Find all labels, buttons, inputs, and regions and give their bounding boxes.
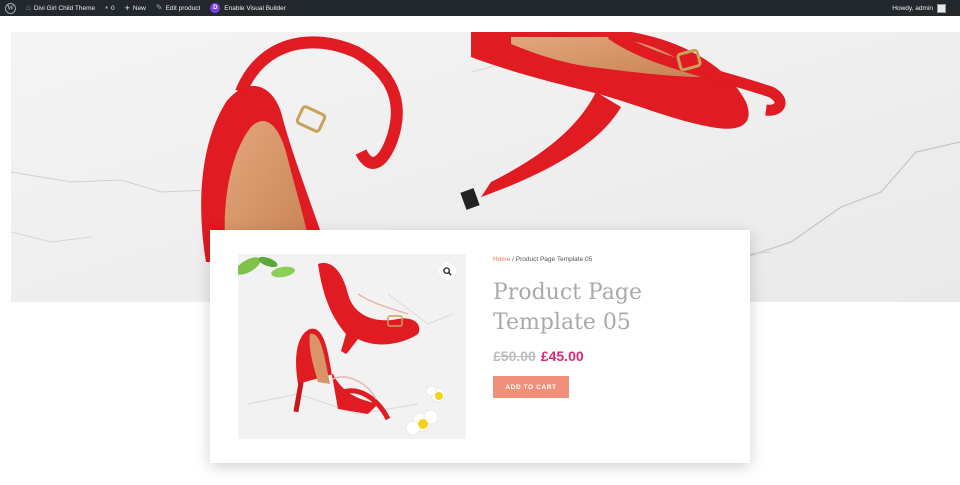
magnifier-icon	[443, 267, 452, 276]
home-icon: ⌂	[26, 3, 31, 12]
product-image[interactable]	[238, 254, 466, 439]
comment-bubble-icon: ▪	[105, 3, 108, 12]
zoom-button[interactable]	[439, 263, 456, 280]
sale-price: £45.00	[540, 348, 584, 364]
breadcrumb-current: Product Page Template 05	[515, 256, 593, 263]
breadcrumb: Home / Product Page Template 05	[493, 256, 733, 263]
product-card: Home / Product Page Template 05 Product …	[210, 230, 750, 463]
product-summary: Home / Product Page Template 05 Product …	[493, 254, 733, 398]
product-title: Product Page Template 05	[493, 280, 643, 335]
divi-logo-icon: D	[210, 3, 221, 13]
visual-builder-link[interactable]: D Enable Visual Builder	[205, 0, 291, 16]
add-to-cart-button[interactable]: ADD TO CART	[493, 376, 569, 398]
admin-bar: W ⌂ Divi Girl Child Theme ▪ 0 + New ✎ Ed…	[0, 0, 960, 16]
site-name: Divi Girl Child Theme	[33, 4, 96, 12]
breadcrumb-home-link[interactable]: Home	[493, 256, 510, 263]
new-content-menu[interactable]: + New	[120, 0, 151, 16]
howdy-text: Howdy, admin	[892, 4, 933, 12]
new-label: New	[132, 4, 146, 12]
edit-label: Edit product	[165, 4, 201, 12]
plus-icon: +	[124, 3, 130, 13]
pencil-icon: ✎	[155, 3, 163, 12]
site-name-link[interactable]: ⌂ Divi Girl Child Theme	[21, 0, 100, 16]
regular-price: £50.00	[493, 348, 536, 364]
edit-product-link[interactable]: ✎ Edit product	[151, 0, 205, 16]
my-account-menu[interactable]: Howdy, admin	[892, 3, 960, 13]
builder-label: Enable Visual Builder	[224, 4, 286, 12]
wordpress-menu[interactable]: W	[0, 0, 21, 16]
avatar	[937, 3, 946, 13]
price-block: £50.00 £45.00	[493, 348, 733, 364]
comments-link[interactable]: ▪ 0	[100, 0, 119, 16]
comments-count: 0	[110, 4, 115, 12]
wordpress-logo-icon: W	[5, 2, 16, 14]
